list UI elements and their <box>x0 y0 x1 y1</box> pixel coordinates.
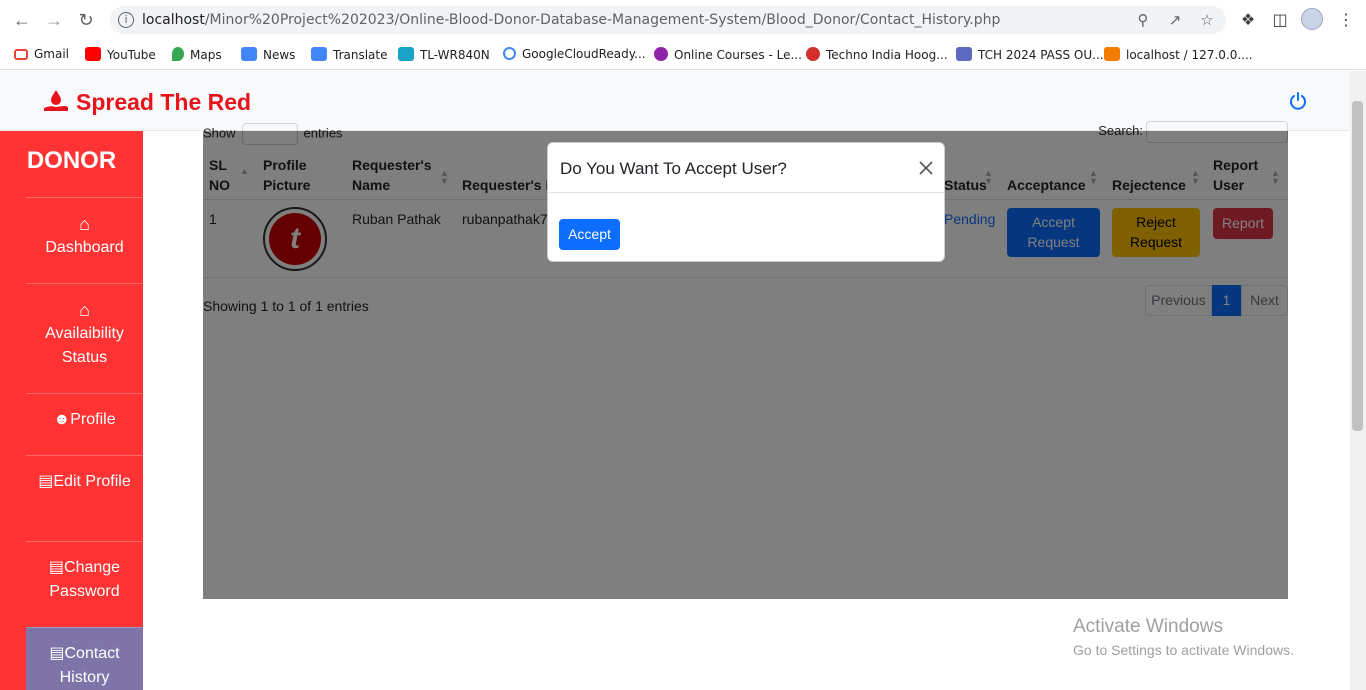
people-icon <box>956 47 972 61</box>
bookmark-youtube[interactable]: YouTube <box>85 47 156 63</box>
browser-toolbar: ← → ↻ i localhost/Minor%20Project%202023… <box>0 0 1366 40</box>
document-icon: ▤ <box>48 559 65 576</box>
profile-avatar[interactable] <box>1301 8 1323 30</box>
sidebar-item-edit-profile[interactable]: ▤Edit Profile <box>26 455 143 541</box>
bookmark-maps[interactable]: Maps <box>172 47 222 63</box>
accept-button[interactable]: Accept <box>559 219 620 250</box>
modal-divider <box>548 192 944 193</box>
page-scrollbar[interactable] <box>1350 71 1366 690</box>
sidebar-item-dashboard[interactable]: ⌂ Dashboard <box>26 197 143 283</box>
sidebar-item-contact-history[interactable]: ▤Contact History <box>26 627 143 690</box>
sidebar-item-label: Profile <box>70 411 116 428</box>
address-bar[interactable]: i localhost/Minor%20Project%202023/Onlin… <box>110 6 1226 34</box>
blood-drop-hand-icon <box>44 90 68 111</box>
google-icon <box>503 47 516 60</box>
courses-icon <box>654 47 668 61</box>
bookmark-online-courses[interactable]: Online Courses - Le... <box>654 47 802 63</box>
home-icon: ⌂ <box>79 300 90 320</box>
modal-title: Do You Want To Accept User? <box>560 159 787 178</box>
translate-icon <box>311 47 327 61</box>
extensions-icon[interactable]: ❖ <box>1238 10 1258 30</box>
back-arrow-icon[interactable]: ← <box>12 10 32 30</box>
bookmark-news[interactable]: News <box>241 47 295 63</box>
sidebar-item-label: Dashboard <box>45 239 124 256</box>
sidebar-item-profile[interactable]: ☻Profile <box>26 393 143 455</box>
forward-arrow-icon[interactable]: → <box>44 10 64 30</box>
youtube-icon <box>85 47 101 61</box>
bookmark-googlecloud[interactable]: GoogleCloudReady... <box>503 47 646 63</box>
sidebar-item-label: Edit Profile <box>53 473 131 490</box>
bookmark-label: YouTube <box>107 48 156 62</box>
url-host: localhost <box>142 12 205 28</box>
bookmark-label: Gmail <box>34 47 70 61</box>
sidebar-item-availability[interactable]: ⌂ Availaibility Status <box>26 283 143 393</box>
gmail-icon <box>14 49 28 60</box>
url-text: localhost/Minor%20Project%202023/Online-… <box>142 12 1000 28</box>
sidebar: DONOR ⌂ Dashboard ⌂ Availaibility Status… <box>0 131 143 690</box>
tplink-icon <box>398 47 414 61</box>
bookmark-label: GoogleCloudReady... <box>522 47 646 61</box>
bookmark-label: TL-WR840N <box>420 48 490 62</box>
user-icon: ☻ <box>53 411 71 428</box>
sidebar-item-label: Contact History <box>59 645 120 686</box>
bookmark-gmail[interactable]: Gmail <box>14 47 69 63</box>
menu-kebab-icon[interactable]: ⋮ <box>1336 10 1356 30</box>
sidebar-title: DONOR <box>26 147 117 174</box>
bookmark-label: Online Courses - Le... <box>674 48 802 62</box>
reload-icon[interactable]: ↻ <box>76 10 96 30</box>
bookmark-tch-2024[interactable]: TCH 2024 PASS OU... <box>956 47 1104 63</box>
document-icon: ▤ <box>49 645 65 662</box>
url-path: /Minor%20Project%202023/Online-Blood-Don… <box>204 12 1001 28</box>
activate-windows-title: Activate Windows <box>1073 616 1223 637</box>
bookmark-star-icon[interactable]: ☆ <box>1198 11 1216 29</box>
home-icon: ⌂ <box>79 214 90 234</box>
bookmark-label: localhost / 127.0.0.... <box>1126 48 1253 62</box>
sidebar-item-label: Availaibility Status <box>45 325 124 366</box>
sidebar-item-change-password[interactable]: ▤Change Password <box>26 541 143 627</box>
close-icon[interactable] <box>916 158 936 178</box>
techno-icon <box>806 47 820 61</box>
bookmark-label: Maps <box>190 48 222 62</box>
bookmark-label: TCH 2024 PASS OU... <box>978 48 1104 62</box>
share-icon[interactable]: ↗ <box>1166 11 1184 29</box>
zoom-icon[interactable]: ⚲ <box>1134 11 1152 29</box>
bookmark-tl-wr840n[interactable]: TL-WR840N <box>398 47 490 63</box>
maps-icon <box>172 47 184 61</box>
bookmark-label: Translate <box>333 48 388 62</box>
bookmark-localhost[interactable]: localhost / 127.0.0.... <box>1104 47 1253 63</box>
bookmark-techno-india[interactable]: Techno India Hoog... <box>806 47 948 63</box>
id-card-icon: ▤ <box>38 473 54 490</box>
brand-logo[interactable]: Spread The Red <box>42 89 251 116</box>
bookmarks-bar: Gmail YouTube Maps News Translate TL-WR8… <box>0 40 1366 70</box>
bookmark-label: Techno India Hoog... <box>826 48 948 62</box>
phpmyadmin-icon <box>1104 47 1120 61</box>
site-info-icon[interactable]: i <box>118 12 134 28</box>
side-panel-icon[interactable]: ◫ <box>1270 10 1290 30</box>
bookmark-label: News <box>263 48 296 62</box>
scrollbar-thumb[interactable] <box>1352 101 1363 431</box>
brand-name: Spread The Red <box>76 89 252 115</box>
news-icon <box>241 47 257 61</box>
accept-user-modal: Do You Want To Accept User? Accept <box>547 142 945 262</box>
activate-windows-subtitle: Go to Settings to activate Windows. <box>1073 642 1294 658</box>
power-icon[interactable] <box>1288 91 1308 111</box>
bookmark-translate[interactable]: Translate <box>311 47 388 63</box>
